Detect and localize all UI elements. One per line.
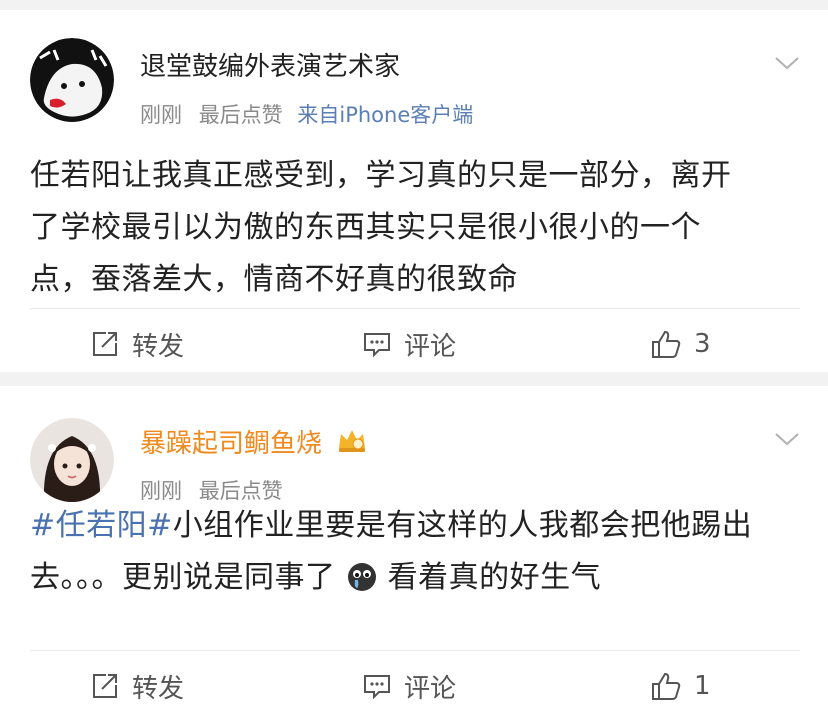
post-text-segment: 小组作业里要是有这样的人我都会把他踢出 bbox=[172, 508, 753, 543]
post-text-segment: 去。。。更别说是同事了 bbox=[30, 560, 336, 595]
post-text-line: 去。。。更别说是同事了 看着真的好生气 bbox=[30, 552, 788, 604]
like-button[interactable]: 3 bbox=[650, 326, 711, 362]
repost-icon bbox=[93, 674, 117, 698]
username-text: 暴躁起司鲷鱼烧 bbox=[140, 429, 323, 459]
avatar[interactable] bbox=[30, 418, 114, 502]
avatar[interactable] bbox=[30, 38, 114, 122]
post-time: 刚刚 bbox=[140, 103, 182, 127]
avatar-girl-icon bbox=[30, 418, 114, 502]
like-icon bbox=[652, 330, 681, 358]
username[interactable]: 退堂鼓编外表演艺术家 bbox=[140, 50, 400, 84]
post-text-line: 任若阳让我真正感受到，学习真的只是一部分，离开 bbox=[30, 158, 732, 193]
like-count: 3 bbox=[694, 329, 711, 359]
avatar-cartoon-icon bbox=[30, 38, 114, 122]
like-icon bbox=[652, 672, 681, 700]
action-bar: 转发 评论 1 bbox=[0, 658, 828, 714]
action-bar: 转发 评论 3 bbox=[0, 316, 828, 372]
divider bbox=[30, 308, 800, 309]
chevron-down-icon[interactable] bbox=[774, 430, 800, 448]
comment-button[interactable]: 评论 bbox=[362, 668, 456, 704]
comment-label: 评论 bbox=[404, 331, 457, 362]
post-text-line: #任若阳#小组作业里要是有这样的人我都会把他踢出 bbox=[30, 500, 788, 552]
comment-icon bbox=[364, 675, 390, 700]
comment-icon bbox=[364, 333, 390, 358]
last-liked-label: 最后点赞 bbox=[198, 103, 283, 127]
topic-link[interactable]: #任若阳# bbox=[30, 508, 173, 543]
username[interactable]: 暴躁起司鲷鱼烧 bbox=[140, 426, 368, 461]
like-button[interactable]: 1 bbox=[650, 668, 711, 704]
like-count: 1 bbox=[694, 671, 711, 701]
comment-label: 评论 bbox=[404, 673, 457, 704]
post-meta: 刚刚 最后点赞 来自iPhone客户端 bbox=[140, 100, 473, 130]
crying-emoji-icon bbox=[347, 563, 376, 591]
post-text-segment: 看着真的好生气 bbox=[387, 560, 602, 595]
repost-button[interactable]: 转发 bbox=[90, 326, 184, 362]
post-text-line: 点，蚕落差大，情商不好真的很致命 bbox=[30, 262, 518, 297]
post-text: #任若阳#小组作业里要是有这样的人我都会把他踢出 去。。。更别说是同事了 看着真… bbox=[30, 500, 788, 604]
repost-label: 转发 bbox=[132, 331, 185, 362]
chevron-down-icon[interactable] bbox=[774, 54, 800, 72]
crown-icon bbox=[339, 430, 366, 452]
repost-label: 转发 bbox=[132, 673, 185, 704]
post-card: 暴躁起司鲷鱼烧 刚刚 最后点赞 #任若阳#小组作业里要是有这样的人我都会把他踢出… bbox=[0, 386, 828, 721]
divider bbox=[30, 650, 800, 651]
post-source[interactable]: 来自iPhone客户端 bbox=[297, 103, 473, 127]
comment-button[interactable]: 评论 bbox=[362, 326, 456, 362]
post-card: 退堂鼓编外表演艺术家 刚刚 最后点赞 来自iPhone客户端 任若阳让我真正感受… bbox=[0, 10, 828, 372]
repost-button[interactable]: 转发 bbox=[90, 668, 184, 704]
repost-icon bbox=[93, 332, 117, 356]
post-text-line: 了学校最引以为傲的东西其实只是很小很小的一个 bbox=[30, 210, 701, 245]
post-text: 任若阳让我真正感受到，学习真的只是一部分，离开 了学校最引以为傲的东西其实只是很… bbox=[30, 150, 788, 306]
